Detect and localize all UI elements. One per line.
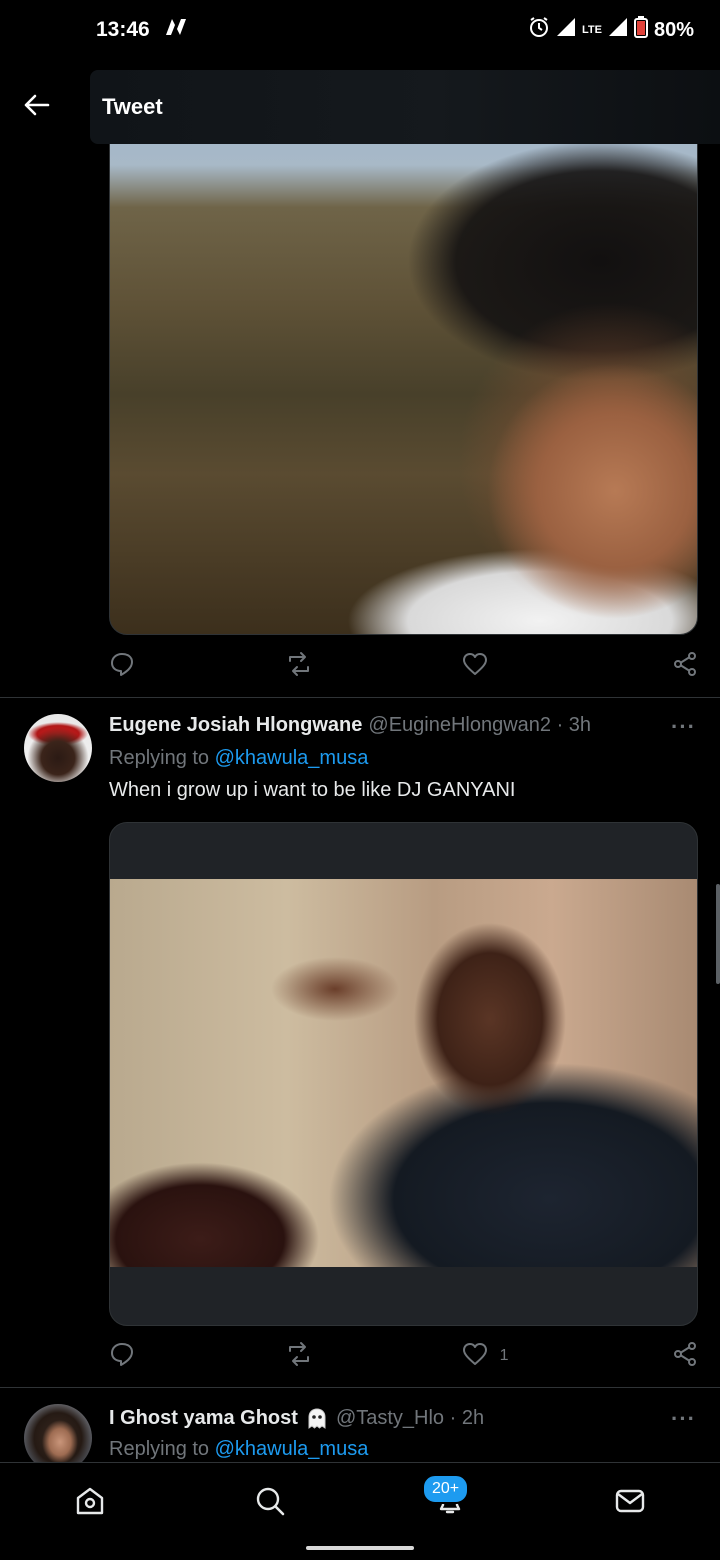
tweet-actions-2: 1 (109, 1341, 698, 1371)
heart-icon (462, 652, 488, 681)
more-options-button[interactable]: ··· (671, 1406, 696, 1432)
retweet-icon (285, 1341, 313, 1372)
page-title: Tweet (102, 94, 163, 119)
tweet-actions-1 (109, 651, 698, 681)
battery-level: 80% (653, 18, 694, 41)
screen: 13:46 LTE 80% Tweet Eugene Josiah Hlongw… (0, 0, 720, 1560)
retweet-button[interactable] (285, 1341, 315, 1372)
arrow-left-icon (24, 94, 50, 121)
messages-icon (614, 1485, 646, 1522)
replying-prefix: Replying to (109, 1438, 210, 1460)
display-name[interactable]: I Ghost yama Ghost (109, 1407, 298, 1430)
reply-icon (109, 1341, 135, 1372)
status-bar: 13:46 LTE 80% (0, 0, 720, 60)
mention-link[interactable]: @khawula_musa (215, 747, 369, 769)
tweet-image-man (110, 879, 697, 1267)
display-name[interactable]: Eugene Josiah Hlongwane (109, 714, 362, 737)
nav-home[interactable] (60, 1483, 120, 1523)
like-count: 1 (499, 1347, 509, 1364)
tweet-header: Eugene Josiah Hlongwane @EugineHlongwan2… (109, 714, 696, 740)
top-app-bar: Tweet (0, 70, 720, 144)
nav-search[interactable] (240, 1483, 300, 1523)
header-blur (90, 70, 720, 144)
share-button[interactable] (668, 1341, 698, 1372)
reply-button[interactable] (109, 651, 139, 682)
tweet-image-baby[interactable] (109, 100, 698, 635)
signal-icon (556, 17, 576, 43)
status-right: LTE 80% (528, 16, 694, 44)
battery-icon (633, 16, 648, 44)
back-button[interactable] (0, 70, 74, 144)
search-icon (254, 1485, 286, 1522)
scrollbar-thumb[interactable] (716, 884, 720, 984)
notifications-badge: 20+ (422, 1474, 470, 1504)
share-icon (672, 1341, 698, 1372)
alarm-icon (528, 16, 550, 44)
like-button[interactable] (462, 652, 522, 681)
replying-prefix: Replying to (109, 747, 210, 769)
tweet-header: I Ghost yama Ghost @Tasty_Hlo · 2h ··· (109, 1406, 696, 1432)
nav-messages[interactable] (600, 1483, 660, 1523)
more-options-button[interactable]: ··· (671, 714, 696, 740)
network-type: LTE (582, 24, 602, 36)
signal-icon-2 (608, 17, 628, 43)
status-time: 13:46 (96, 18, 150, 41)
reply-button[interactable] (109, 1341, 139, 1372)
like-button[interactable]: 1 (462, 1342, 522, 1371)
tweet-text: When i grow up i want to be like DJ GANY… (109, 779, 516, 801)
share-button[interactable] (668, 651, 698, 682)
status-left: 13:46 (96, 17, 188, 43)
reply-icon (109, 651, 135, 682)
tweet-3[interactable]: I Ghost yama Ghost @Tasty_Hlo · 2h ··· R… (0, 1388, 720, 1472)
home-icon (74, 1485, 106, 1522)
retweet-icon (285, 651, 313, 682)
replying-to: Replying to @khawula_musa (109, 747, 368, 770)
tweet-image-card[interactable] (109, 822, 698, 1326)
replying-to: Replying to @khawula_musa (109, 1438, 368, 1461)
mention-link[interactable]: @khawula_musa (215, 1438, 369, 1460)
retweet-button[interactable] (285, 651, 315, 682)
avatar[interactable] (24, 714, 92, 782)
handle-and-time: @Tasty_Hlo · 2h (335, 1406, 485, 1429)
home-indicator[interactable] (306, 1546, 414, 1550)
heart-icon (462, 1342, 488, 1371)
handle-and-time: @EugineHlongwan2 · 3h (368, 714, 592, 736)
n-logo-icon (164, 17, 188, 43)
ghost-icon (304, 1406, 330, 1430)
share-icon (672, 651, 698, 682)
